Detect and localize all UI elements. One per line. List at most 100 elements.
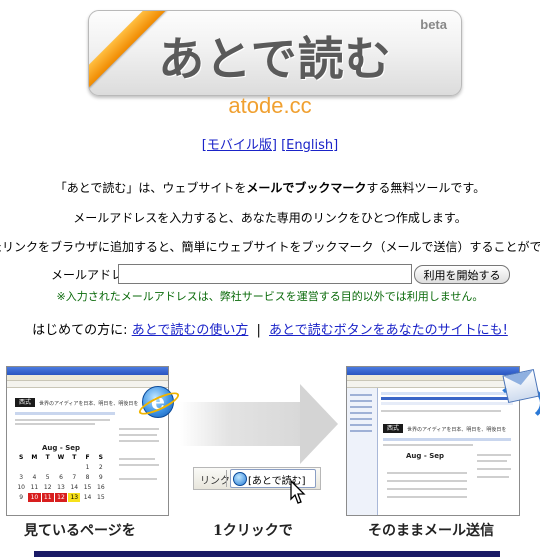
message-list-row <box>381 392 513 395</box>
calendar-cell <box>55 463 67 472</box>
calendar-cell: 2 <box>98 464 103 471</box>
calendar-cell: 15 <box>97 494 105 501</box>
calendar-cell: 1 <box>85 464 90 471</box>
description-text: する無料ツールです。 <box>366 181 486 195</box>
calendar-cell: 10 <box>17 484 25 491</box>
calendar-cell: 5 <box>45 474 50 481</box>
text-line <box>15 423 95 425</box>
mobile-version-link[interactable]: [モバイル版] <box>202 138 277 153</box>
text-line <box>381 410 501 412</box>
site-logo: 西式 <box>15 398 35 407</box>
calendar-cell-highlight: 12 <box>54 493 68 502</box>
calendar-cell: 9 <box>19 494 24 501</box>
mouse-cursor-icon <box>290 480 306 504</box>
folder-item <box>350 400 372 402</box>
description-line-2: メールアドレスを入力すると、あなた専用のリンクをひとつ作成します。 <box>73 211 467 225</box>
calendar-cell <box>28 463 40 472</box>
description-emphasis: メールでブックマーク <box>246 181 367 195</box>
nav-bar <box>15 412 115 415</box>
calendar-header: M <box>31 454 38 461</box>
description-text: 「あとで読む」は、ウェブサイトを <box>54 181 247 195</box>
calendar-cell: 4 <box>32 474 37 481</box>
english-link[interactable]: [English] <box>281 138 338 153</box>
calendar: Aug - Sep S M T W T F S 1 2 3 4 5 6 7 8 … <box>15 444 107 502</box>
text-line <box>477 468 511 470</box>
email-input[interactable] <box>118 264 412 284</box>
text-line <box>119 478 157 480</box>
logo-banner: あとで読む beta <box>88 10 462 96</box>
text-line <box>387 480 467 482</box>
calendar-cell <box>15 463 27 472</box>
beta-badge: beta <box>420 17 447 32</box>
text-line <box>119 440 159 442</box>
calendar-cell: 7 <box>72 474 77 481</box>
calendar-cell: 15 <box>83 484 92 491</box>
window-addressbar <box>7 381 168 388</box>
step2-caption: 1クリックで <box>213 523 293 539</box>
how-to-use-link[interactable]: あとで読むの使い方 <box>132 323 249 338</box>
text-line <box>119 464 159 466</box>
folder-item <box>350 394 372 396</box>
intro-label: はじめての方に: <box>32 323 128 338</box>
calendar-cell: 9 <box>98 474 103 481</box>
folder-pane <box>347 388 378 515</box>
text-line <box>387 496 467 498</box>
calendar-cell: 16 <box>97 484 105 491</box>
mail-client: 西式 世界のアイディアを日本、明日を、明後日を Aug - Sep <box>347 388 519 515</box>
language-links: [モバイル版] [English] <box>0 134 540 153</box>
calendar-cell-highlight: 10 <box>28 493 41 502</box>
add-button-link[interactable]: あとで読むボタンをあなたのサイトにも! <box>269 323 508 338</box>
description-line-3: たリンクをブラウザに追加すると、簡単にウェブサイトをブックマーク（メールで送信）… <box>0 240 540 254</box>
logo-title: あとで読む <box>158 32 392 86</box>
calendar-cell: 14 <box>70 484 79 491</box>
calendar: Aug - Sep <box>385 452 465 460</box>
step3-caption: そのままメール送信 <box>368 523 494 539</box>
calendar-cell-highlight: 11 <box>41 493 54 502</box>
site-logo: 西式 <box>383 424 403 433</box>
message-list-row-selected <box>381 397 513 400</box>
calendar-cell: 8 <box>85 474 90 481</box>
window-titlebar <box>347 367 519 375</box>
site-tagline: 世界のアイディアを日本、明日を、明後日を <box>407 427 507 433</box>
text-line <box>15 419 110 421</box>
nav-bar <box>383 438 511 441</box>
calendar-header: S <box>18 454 24 461</box>
folder-item <box>350 412 372 414</box>
step1-caption: 見ているページを <box>24 523 136 539</box>
internet-explorer-icon: e <box>142 386 174 418</box>
privacy-note: ※入力されたメールアドレスは、弊社サービスを運営する目的以外では利用しません。 <box>56 290 484 303</box>
text-line <box>387 472 467 474</box>
email-form: メールアドレス： 利用を開始する <box>0 264 540 286</box>
folder-item <box>350 430 372 432</box>
start-button[interactable]: 利用を開始する <box>414 265 510 284</box>
calendar-title: Aug - Sep <box>42 444 80 452</box>
browser-screenshot-after: 西式 世界のアイディアを日本、明日を、明後日を Aug - Sep <box>346 366 520 516</box>
calendar-title: Aug - Sep <box>406 452 444 460</box>
text-line <box>477 460 507 462</box>
message-list-row <box>381 402 513 405</box>
folder-item <box>350 424 372 426</box>
folder-item <box>350 406 372 408</box>
calendar-grid: S M T W T F S 1 2 3 4 5 6 7 8 9 10 11 12… <box>15 453 107 502</box>
link-separator: | <box>256 323 261 338</box>
calendar-cell-today: 13 <box>68 493 81 502</box>
calendar-header: S <box>98 454 103 461</box>
text-line <box>383 444 473 446</box>
arrow-right-icon <box>300 384 338 464</box>
calendar-cell: 11 <box>30 484 39 491</box>
text-line <box>477 454 511 456</box>
description-line-1: 「あとで読む」は、ウェブサイトをメールでブックマークする無料ツールです。 <box>0 179 540 196</box>
window-addressbar <box>347 381 519 388</box>
text-line <box>119 458 155 460</box>
arrow-body <box>180 402 302 446</box>
calendar-header: F <box>85 454 90 461</box>
text-line <box>477 476 509 478</box>
site-tagline: 世界のアイディアを日本、明日を、明後日を <box>39 401 139 407</box>
site-domain: atode.cc <box>228 93 312 118</box>
calendar-cell: 6 <box>59 474 63 481</box>
text-line <box>119 428 159 430</box>
window-titlebar <box>7 367 168 375</box>
text-line <box>387 488 467 490</box>
calendar-cell: 13 <box>57 484 65 491</box>
bottom-bar <box>34 551 500 557</box>
